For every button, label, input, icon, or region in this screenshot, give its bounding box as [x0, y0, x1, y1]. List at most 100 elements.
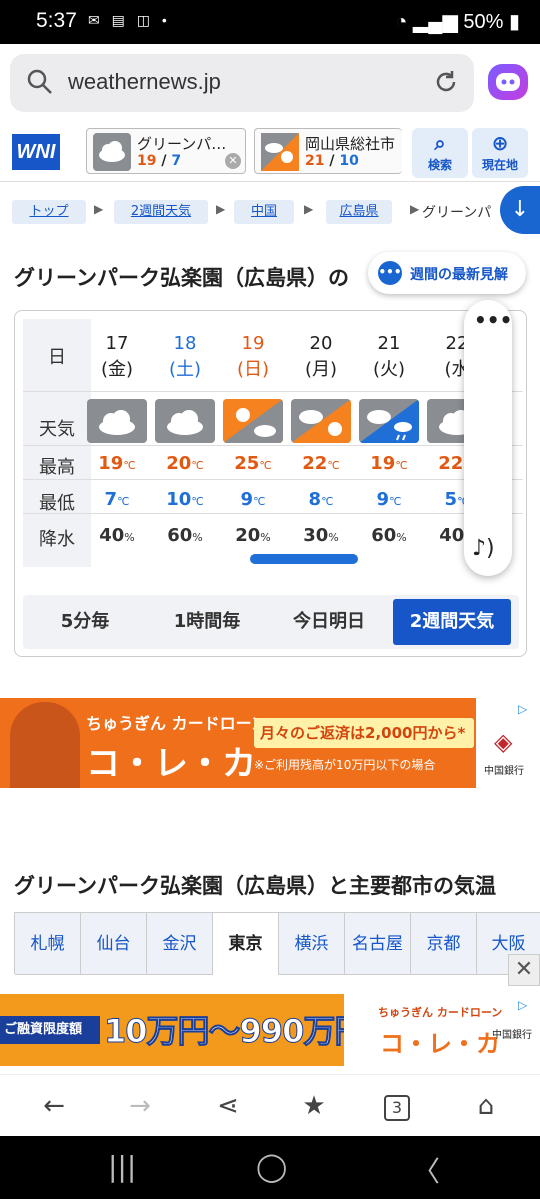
- adchoices-icon[interactable]: ▷: [518, 702, 532, 716]
- forecast-day: 21 (火) 19℃ 9℃ 60%: [355, 319, 423, 567]
- ad-banner[interactable]: ご融資限度額 10万円～990万円 ちゅうぎん カードローン コ・レ・カ 中国銀…: [0, 994, 540, 1066]
- notification-icons: ✉ ▤ ◫ •: [88, 12, 171, 28]
- status-right: ◔ ▂▄▆ 50% ▮: [395, 9, 520, 34]
- recents-icon[interactable]: |||: [108, 1150, 136, 1183]
- location-name: 岡山県総社市: [305, 135, 396, 153]
- ad-offer: 月々のご返済は2,000円から*: [254, 718, 474, 748]
- more-icon[interactable]: •••: [474, 308, 512, 332]
- browser-navbar: ← → ⋖ ★ 3 ⌂: [0, 1074, 540, 1136]
- city-tab[interactable]: 名古屋: [345, 913, 411, 975]
- browser-toolbar: weathernews.jp: [0, 44, 540, 122]
- city-tab[interactable]: 東京: [213, 913, 279, 975]
- share-icon[interactable]: ⋖: [212, 1091, 244, 1123]
- bank-name: 中国銀行: [492, 1030, 532, 1041]
- city-tab[interactable]: 札幌: [15, 913, 81, 975]
- tabs-icon[interactable]: 3: [384, 1095, 410, 1121]
- breadcrumb-current: グリーンパ: [422, 205, 492, 221]
- breadcrumb-top[interactable]: トップ: [12, 200, 86, 224]
- horizontal-scrollbar[interactable]: [250, 554, 358, 564]
- ad-brand: ちゅうぎん カードローン: [378, 1006, 503, 1019]
- label-low: 最低: [39, 493, 75, 514]
- back-icon[interactable]: ←: [38, 1091, 70, 1123]
- home-icon[interactable]: ⌂: [470, 1091, 502, 1123]
- close-ad-button[interactable]: ✕: [508, 954, 540, 986]
- label-precip: 降水: [39, 529, 75, 550]
- day-low: 7℃: [104, 489, 130, 510]
- forecast-day: 19 (日) 25℃ 9℃ 20%: [219, 319, 287, 567]
- day-high: 19℃: [370, 453, 408, 474]
- day-low: 10℃: [166, 489, 204, 510]
- tab-today-tomorrow[interactable]: 今日明日: [271, 599, 387, 645]
- search-button[interactable]: ⌕ 検索: [412, 128, 468, 178]
- ad-product: コ・レ・カ: [86, 744, 256, 784]
- location-chip[interactable]: 岡山県総社市 21 / 10: [254, 128, 402, 174]
- close-icon: ✕: [514, 957, 534, 982]
- forecast-day: 18 (土) 20℃ 10℃ 60%: [151, 319, 219, 567]
- forecast-day: 17 (金) 19℃ 7℃ 40%: [83, 319, 151, 567]
- close-icon[interactable]: ✕: [225, 153, 241, 169]
- city-tab[interactable]: 京都: [411, 913, 477, 975]
- forecast-tabs: 5分毎 1時間毎 今日明日 2週間天気: [23, 595, 519, 649]
- day-date: 20: [309, 333, 333, 354]
- city-tab[interactable]: 仙台: [81, 913, 147, 975]
- breadcrumb-chugoku[interactable]: 中国: [234, 200, 294, 224]
- section-title: グリーンパーク弘楽園（広島県）と主要都市の気温: [14, 874, 496, 898]
- breadcrumb-hiroshima[interactable]: 広島県: [326, 200, 392, 224]
- address-bar[interactable]: weathernews.jp: [10, 54, 474, 112]
- location-chip[interactable]: グリーンパ… 19 / 7 ✕: [86, 128, 246, 174]
- day-weekday: (日): [236, 359, 270, 380]
- chat-icon: •••: [378, 261, 402, 285]
- forward-icon[interactable]: →: [124, 1091, 156, 1123]
- assistant-icon[interactable]: [488, 64, 528, 100]
- site-header: WNI グリーンパ… 19 / 7 ✕ 岡山県総社市 21 / 10 ⌕ 検索 ⊕…: [0, 122, 540, 182]
- ad-amount: 10万円～990万円: [103, 1012, 366, 1051]
- url-text[interactable]: weathernews.jp: [68, 69, 221, 95]
- system-navbar: ||| ◯ 〈: [0, 1136, 540, 1199]
- ad-banner[interactable]: ちゅうぎん カードローン コ・レ・カ 月々のご返済は2,000円から* ※ご利用…: [0, 698, 540, 788]
- ad-label: ご融資限度額: [0, 1016, 100, 1044]
- city-tab[interactable]: 横浜: [279, 913, 345, 975]
- day-precip: 30%: [303, 525, 339, 546]
- current-location-button[interactable]: ⊕ 現在地: [472, 128, 528, 178]
- day-high: 19℃: [98, 453, 136, 474]
- floating-panel[interactable]: ••• ♪): [464, 300, 512, 576]
- day-high: 22℃: [302, 453, 340, 474]
- wifi-icon: ◔ ▂▄▆: [395, 11, 458, 33]
- battery-level: 50%: [463, 11, 504, 33]
- ad-note: ※ご利用残高が10万円以下の場合: [254, 758, 436, 772]
- forecast-title: グリーンパーク弘楽園（広島県）の: [14, 266, 349, 290]
- audio-icon[interactable]: ♪): [472, 536, 495, 561]
- city-tab[interactable]: 金沢: [147, 913, 213, 975]
- day-precip: 60%: [167, 525, 203, 546]
- wni-logo[interactable]: WNI: [12, 134, 60, 170]
- tab-hourly[interactable]: 1時間毎: [149, 599, 265, 645]
- bookmarks-icon[interactable]: ★: [298, 1091, 330, 1123]
- home-button-icon[interactable]: ◯: [256, 1150, 287, 1183]
- location-temps: 19 / 7: [137, 153, 182, 169]
- cloudy-sunny-icon: [261, 133, 299, 171]
- breadcrumb-2week[interactable]: 2週間天気: [114, 200, 208, 224]
- adchoices-icon[interactable]: ▷: [518, 998, 532, 1012]
- scroll-down-button[interactable]: ↓: [500, 186, 540, 234]
- search-icon: ⌕: [434, 131, 446, 155]
- cloudy-then-rain-icon: [359, 399, 419, 443]
- back-button-icon[interactable]: 〈: [412, 1150, 440, 1190]
- sunny-then-cloudy-icon: [223, 399, 283, 443]
- weekly-outlook-button[interactable]: ••• 週間の最新見解: [368, 252, 526, 294]
- day-date: 17: [105, 333, 129, 354]
- day-low: 8℃: [308, 489, 334, 510]
- day-date: 21: [377, 333, 401, 354]
- ad-brand: ちゅうぎん カードローン: [86, 714, 267, 733]
- ad-person-image: [10, 702, 80, 788]
- battery-icon: ▮: [503, 11, 520, 33]
- reload-icon[interactable]: [432, 68, 460, 96]
- cloudy-icon: [87, 399, 147, 443]
- city-tabs: 札幌 仙台 金沢 東京 横浜 名古屋 京都 大阪: [14, 912, 540, 975]
- location-name: グリーンパ…: [137, 135, 227, 153]
- cloudy-then-sunny-icon: [291, 399, 351, 443]
- day-high: 20℃: [166, 453, 204, 474]
- forecast-day: 20 (月) 22℃ 8℃ 30%: [287, 319, 355, 567]
- tab-5min[interactable]: 5分毎: [27, 599, 143, 645]
- tab-2week[interactable]: 2週間天気: [393, 599, 511, 645]
- day-low: 9℃: [376, 489, 402, 510]
